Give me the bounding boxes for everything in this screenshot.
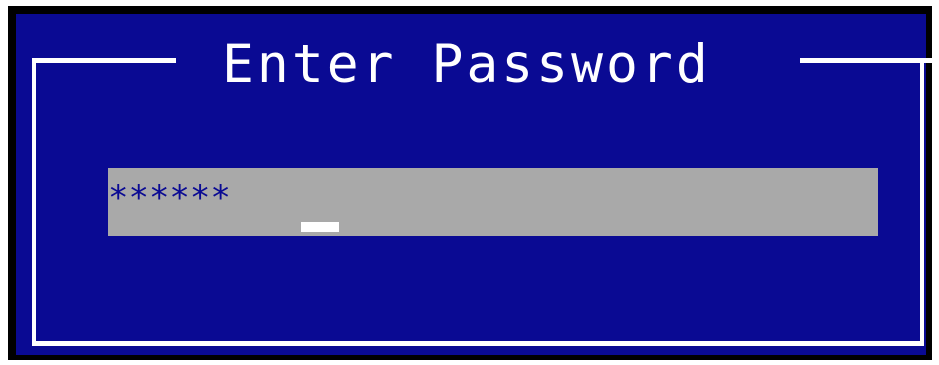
frame-right-line: [920, 58, 924, 346]
dialog-title: Enter Password: [222, 34, 711, 95]
frame-top-left-line: [32, 58, 176, 63]
text-cursor: [301, 222, 339, 232]
frame-top-right-line: [800, 58, 939, 63]
password-dialog: Enter Password ******: [16, 14, 939, 355]
password-masked-value: ******: [108, 178, 231, 218]
frame-bottom-line: [32, 341, 924, 346]
password-field[interactable]: ******: [108, 168, 878, 236]
frame-left-line: [32, 58, 36, 346]
screen: Enter Password ******: [0, 0, 939, 365]
